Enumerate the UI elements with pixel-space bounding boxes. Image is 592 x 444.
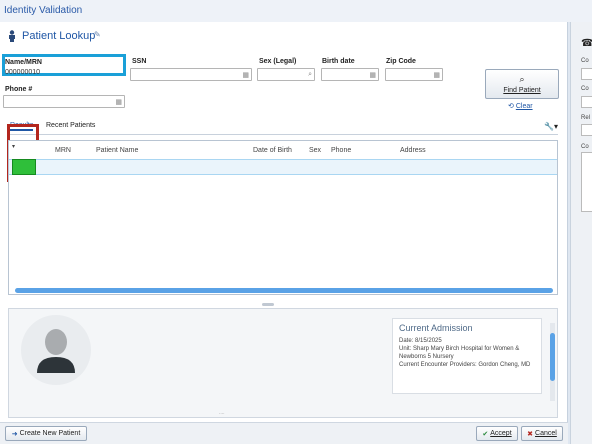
search-icon[interactable]: ⌕: [308, 71, 312, 79]
vertical-scrollbar[interactable]: [550, 323, 555, 401]
phone-label: Phone #: [5, 86, 33, 93]
avatar: [21, 315, 91, 385]
status-indicator: [12, 159, 36, 175]
sex-label: Sex (Legal): [259, 58, 297, 65]
close-icon: ✖: [527, 430, 534, 438]
calendar-icon: ▦: [115, 99, 122, 106]
side-field[interactable]: [581, 68, 592, 80]
tab-strip: Results Recent Patients 🔧▾: [8, 122, 558, 134]
clear-icon: ⟲: [508, 103, 514, 110]
phone-input[interactable]: ▦: [3, 95, 125, 108]
calendar-icon: ▦: [242, 72, 249, 79]
pencil-icon[interactable]: ✎: [94, 30, 101, 39]
calendar-icon: ▦: [433, 72, 440, 79]
column-patient-name[interactable]: Patient Name: [96, 147, 138, 154]
table-row[interactable]: [9, 159, 557, 175]
clear-button[interactable]: ⟲ Clear: [508, 102, 533, 110]
accept-button[interactable]: ✔ Accept: [476, 426, 518, 441]
cancel-button[interactable]: ✖ Cancel: [521, 426, 563, 441]
side-label: Co: [581, 86, 589, 92]
arrow-right-icon: ➜: [11, 430, 18, 438]
tab-recent-patients[interactable]: Recent Patients: [46, 122, 95, 129]
person-icon: [37, 329, 75, 373]
search-icon: ⌕: [519, 74, 525, 84]
side-label: Rel: [581, 115, 591, 121]
window-title-bar: Identity Validation: [0, 0, 592, 22]
birth-date-label: Birth date: [322, 58, 355, 65]
person-icon: [8, 30, 16, 44]
create-new-patient-button[interactable]: ➜ Create New Patient: [5, 426, 87, 441]
page-title: Patient Lookup: [22, 30, 96, 42]
column-address[interactable]: Address: [400, 147, 426, 154]
tab-divider: [8, 134, 558, 135]
dialog-footer: ➜ Create New Patient ✔ Accept ✖ Cancel: [0, 422, 568, 444]
sex-input[interactable]: ⌕: [257, 68, 315, 81]
side-field[interactable]: [581, 96, 592, 108]
column-phone[interactable]: Phone: [331, 147, 351, 154]
check-icon: ✔: [482, 430, 489, 438]
admission-date: Date: 8/15/2025: [399, 338, 442, 344]
side-field[interactable]: [581, 152, 592, 212]
calendar-icon[interactable]: ▦: [369, 71, 376, 79]
admission-providers: Current Encounter Providers: Gordon Chen…: [399, 362, 531, 368]
horizontal-scrollbar[interactable]: [15, 288, 553, 293]
zip-input[interactable]: ▦: [385, 68, 443, 81]
side-panel: ☎ Co Co Rel Co: [570, 22, 592, 444]
zip-label: Zip Code: [386, 58, 416, 65]
side-field[interactable]: [581, 124, 592, 136]
admission-title: Current Admission: [399, 323, 473, 333]
column-sex[interactable]: Sex: [309, 147, 321, 154]
find-patient-button[interactable]: ⌕ Find Patient: [485, 69, 559, 99]
more-indicator: ∙∙∙∙: [219, 411, 225, 417]
ssn-label: SSN: [132, 58, 147, 65]
splitter-handle[interactable]: [262, 303, 274, 306]
current-admission-card: Current Admission Date: 8/15/2025 Unit: …: [392, 318, 542, 394]
phone-icon: ☎: [581, 38, 592, 49]
side-label: Co: [581, 144, 589, 150]
column-mrn[interactable]: MRN: [55, 147, 71, 154]
side-label: Co: [581, 58, 589, 64]
results-table: ▾ MRN Patient Name Date of Birth Sex Pho…: [8, 140, 558, 295]
sort-icon[interactable]: ▾: [12, 143, 15, 150]
birth-date-input[interactable]: ▦: [321, 68, 379, 81]
admission-unit: Unit: Sharp Mary Birch Hospital for Wome…: [399, 346, 520, 360]
column-dob[interactable]: Date of Birth: [253, 147, 292, 154]
name-mrn-input[interactable]: 000000010: [5, 69, 40, 76]
wrench-icon[interactable]: 🔧▾: [544, 122, 558, 131]
name-mrn-label: Name/MRN: [5, 59, 42, 66]
ssn-input[interactable]: ▦: [130, 68, 252, 81]
window-title: Identity Validation: [4, 5, 83, 16]
